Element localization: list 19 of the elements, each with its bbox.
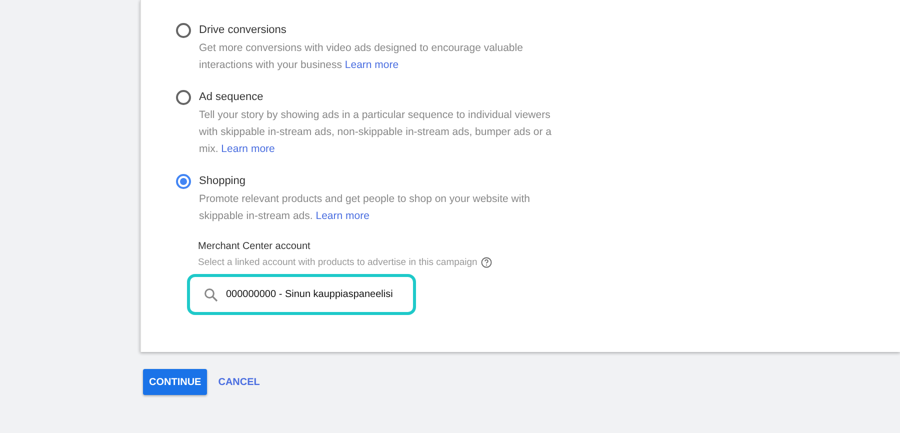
- radio-button[interactable]: [176, 90, 191, 105]
- learn-more-link[interactable]: Learn more: [316, 210, 370, 222]
- radio-button[interactable]: [176, 174, 191, 189]
- search-icon: [204, 288, 218, 302]
- option-description: Get more conversions with video ads designed to encourage valuable interactions with your business Learn more: [199, 41, 524, 73]
- option-title: Shopping: [199, 174, 246, 189]
- continue-button[interactable]: CONTINUE: [143, 369, 208, 395]
- learn-more-link[interactable]: Learn more: [344, 59, 399, 71]
- radio-button[interactable]: [176, 23, 191, 38]
- option-description: Promote relevant products and get people to shop on your website with skippable in-stream ads. Learn more: [199, 192, 531, 224]
- option-description: Tell your story by showing ads in a particular sequence to individual viewers with skippable in-stream ads, non-skippable in-stream ads, bumper ads or a mix. Learn more: [199, 108, 553, 157]
- field-label: Merchant Center account: [198, 240, 312, 254]
- help-icon[interactable]: [481, 257, 492, 268]
- option-title: Ad sequence: [199, 90, 264, 105]
- cancel-button[interactable]: CANCEL: [211, 376, 267, 388]
- learn-more-link[interactable]: Learn more: [221, 143, 275, 155]
- search-field[interactable]: 000000000 - Sinun kauppiaspaneelisi: [187, 274, 416, 315]
- field-hint: Select a linked account with products to advertise in this campaign: [198, 257, 478, 268]
- option-title: Drive conversions: [199, 23, 288, 38]
